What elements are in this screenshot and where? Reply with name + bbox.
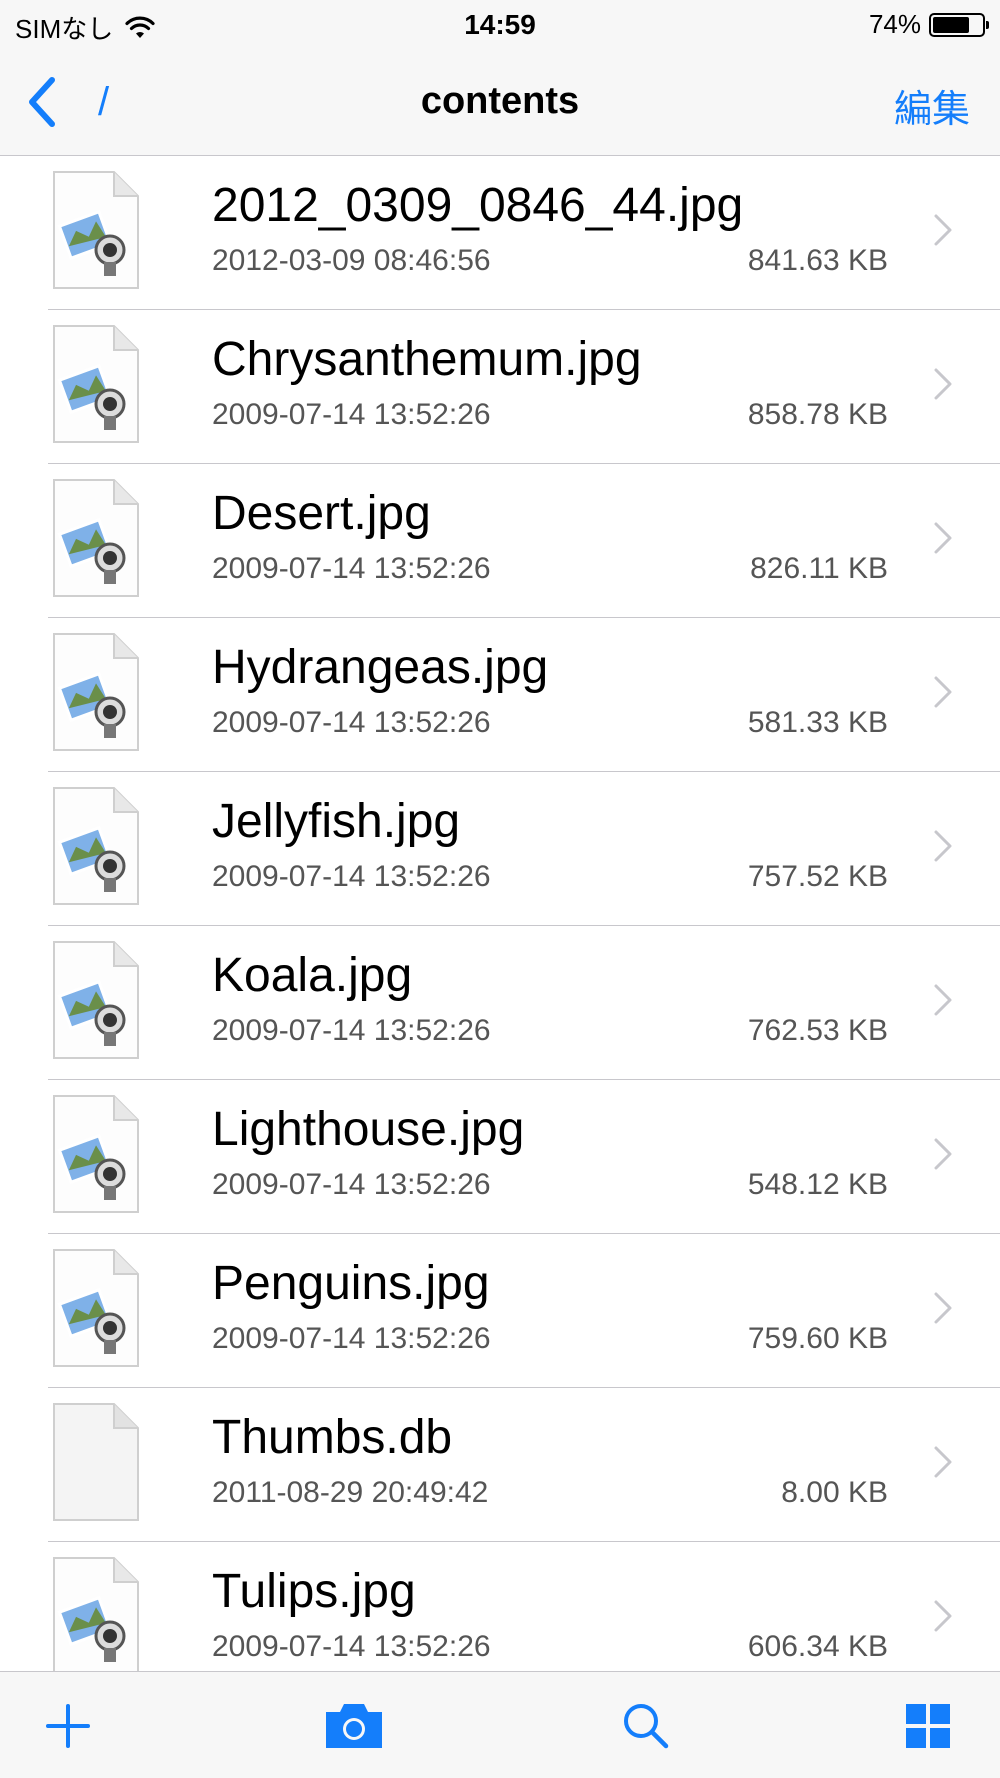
file-size: 826.11 KB [750,552,888,585]
search-button[interactable] [618,1698,674,1754]
bottom-toolbar [0,1671,1000,1778]
chevron-right-icon [934,1600,952,1632]
file-list: 2012_0309_0846_44.jpg 2012-03-09 08:46:56… [0,156,1000,1671]
file-date: 2009-07-14 13:52:26 [212,1014,491,1047]
camera-icon [326,1704,382,1748]
battery-level-fill [933,16,969,33]
chevron-right-icon [934,830,952,862]
image-file-icon [53,787,139,905]
image-file-icon [53,479,139,597]
camera-button[interactable] [322,1698,386,1754]
edit-button[interactable]: 編集 [894,78,970,133]
image-file-icon [53,325,139,443]
file-row[interactable]: Koala.jpg 2009-07-14 13:52:26 762.53 KB [0,926,1000,1080]
file-size: 606.34 KB [747,1630,888,1663]
file-row[interactable]: Chrysanthemum.jpg 2009-07-14 13:52:26 858.… [0,310,1000,464]
file-row[interactable]: Thumbs.db 2011-08-29 20:49:42 8.00 KB [0,1388,1000,1542]
file-name: Chrysanthemum.jpg [212,333,642,386]
file-name: 2012_0309_0846_44.jpg [212,179,744,232]
file-date: 2009-07-14 13:52:26 [212,552,491,585]
file-date: 2009-07-14 13:52:26 [212,860,491,893]
file-size: 841.63 KB [747,244,888,277]
file-date: 2009-07-14 13:52:26 [212,1630,491,1663]
file-row[interactable]: Desert.jpg 2009-07-14 13:52:26 826.11 KB [0,464,1000,618]
file-name: Desert.jpg [212,487,431,540]
search-icon [624,1704,669,1749]
status-time: 14:59 [464,9,536,40]
navigation-bar: / contents 編集 [0,50,1000,156]
grid-view-icon [906,1704,950,1748]
image-file-icon [53,1557,139,1671]
file-name: Penguins.jpg [212,1257,490,1310]
image-file-icon [53,1095,139,1213]
file-name: Thumbs.db [212,1411,453,1464]
file-name: Koala.jpg [212,949,413,1002]
file-date: 2009-07-14 13:52:26 [212,1322,491,1355]
file-name: Hydrangeas.jpg [212,641,549,694]
page-title: contents [420,80,580,122]
chevron-right-icon [934,522,952,554]
file-date: 2011-08-29 20:49:42 [212,1476,489,1509]
file-size: 8.00 KB [781,1476,888,1509]
image-file-icon [53,633,139,751]
file-size: 762.53 KB [747,1014,888,1047]
file-size: 759.60 KB [747,1322,888,1355]
file-name: Lighthouse.jpg [212,1103,525,1156]
file-row[interactable]: Lighthouse.jpg 2009-07-14 13:52:26 548.12 … [0,1080,1000,1234]
chevron-right-icon [934,214,952,246]
chevron-right-icon [934,368,952,400]
chevron-right-icon [934,984,952,1016]
status-right: 74% [868,9,989,40]
image-file-icon [53,1249,139,1367]
add-button[interactable] [40,1698,96,1754]
chevron-right-icon [934,1446,952,1478]
file-name: Jellyfish.jpg [212,795,461,848]
battery-percent: 74% [868,9,921,39]
chevron-right-icon [934,1138,952,1170]
file-date: 2009-07-14 13:52:26 [212,1168,491,1201]
file-size: 757.52 KB [747,860,888,893]
file-row[interactable]: Penguins.jpg 2009-07-14 13:52:26 759.60 KB [0,1234,1000,1388]
file-date: 2009-07-14 13:52:26 [212,398,491,431]
file-size: 581.33 KB [747,706,888,739]
file-date: 2012-03-09 08:46:56 [212,244,491,277]
generic-file-icon [53,1403,139,1521]
file-row[interactable]: Tulips.jpg 2009-07-14 13:52:26 606.34 KB [0,1542,1000,1671]
file-name: Tulips.jpg [212,1565,416,1618]
file-size: 548.12 KB [747,1168,888,1201]
image-file-icon [53,171,139,289]
file-row[interactable]: Hydrangeas.jpg 2009-07-14 13:52:26 581.33 … [0,618,1000,772]
battery-icon [929,12,989,37]
status-bar: SIMなし 14:59 74% [0,0,1000,50]
chevron-right-icon [934,676,952,708]
add-icon [46,1704,90,1748]
file-size: 858.78 KB [747,398,888,431]
file-row[interactable]: Jellyfish.jpg 2009-07-14 13:52:26 757.52 K… [0,772,1000,926]
image-file-icon [53,941,139,1059]
chevron-right-icon [934,1292,952,1324]
grid-view-button[interactable] [904,1702,952,1750]
file-row[interactable]: 2012_0309_0846_44.jpg 2012-03-09 08:46:56… [0,156,1000,310]
file-date: 2009-07-14 13:52:26 [212,706,491,739]
